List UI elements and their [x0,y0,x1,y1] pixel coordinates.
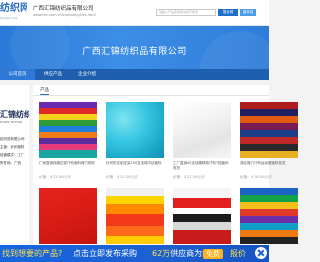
product-panel-title: 产品 [40,88,49,95]
company-banner: 广西汇锦纺织品有限公司 [0,26,269,69]
close-icon[interactable] [255,247,267,259]
company-url[interactable]: www.tnc.com.cn/company/hjfz.html [33,13,96,17]
banner-title: 广西汇锦纺织品有限公司 [82,47,187,57]
sidebar-logo: 汇锦纺织 [0,110,29,119]
product-panel-header: 产品 [33,85,269,96]
product-image[interactable] [106,188,164,244]
product-caption[interactable]: 工厂直销40支纯棉精梳汗布T恤面料现货 [173,161,231,171]
promo-cta[interactable]: 点击立即发布采购 [73,248,137,259]
product-caption[interactable]: 涤纶弹力汗布运动服面料批发 [240,161,298,171]
nav-item-home[interactable]: 公司首页 [0,69,35,80]
search-site-button[interactable]: 搜本站 [240,9,256,16]
product-price: 价格：￥18.00/公斤 [240,175,273,179]
top-bar: 纺织网 fangzhi.net 广西汇锦纺织品有限公司 www.tnc.com.… [0,0,269,26]
promo-number-unit: 2万 [157,249,171,258]
company-sidebar: 汇锦纺织 HUIJIN TEXTILE 纺织品有限公司 主营：针织面料 经营模式… [0,85,29,245]
sidebar-info-line: 主营：针织面料 [0,145,25,149]
product-image[interactable] [39,102,97,158]
company-name[interactable]: 广西汇锦纺织品有限公司 [33,4,94,12]
product-panel: 产品 厂家直销纯棉拉架汗布面料弹力棉布 价格：￥22.00/公斤 针织布定制定染… [33,85,298,262]
company-nav: 公司首页 供应产品 企业介绍 [0,69,269,80]
promo-banner[interactable]: 找到想要的产品? 点击立即发布采购 62万供应商为您 免费 报价 [0,245,269,262]
product-image[interactable] [106,102,164,158]
site-logo-sub: fangzhi.net [0,16,17,20]
product-caption[interactable]: 厂家直销纯棉拉架汗布面料弹力棉布 [39,161,97,171]
product-image[interactable] [240,102,298,158]
product-price: 价格：￥22.00/公斤 [173,175,206,179]
nav-item-products[interactable]: 供应产品 [36,69,70,80]
search-input[interactable]: 请输入产品名称或关键字搜索 [156,9,216,16]
site-logo-text: 纺织网 [0,3,27,14]
promo-quote-text: 报价 [230,249,246,258]
site-logo[interactable]: 纺织网 fangzhi.net [0,2,27,22]
promo-free-badge: 免费 [203,249,223,259]
product-image[interactable] [39,188,97,244]
product-price: 价格：￥22.00/公斤 [39,175,72,179]
sidebar-info-line: 经营模式：工厂 [0,153,25,157]
promo-suppliers: 62万供应商为您 [152,248,210,259]
search-all-button[interactable]: 搜全网 [218,9,238,16]
product-image[interactable] [173,102,231,158]
promo-question: 找到想要的产品? [2,249,63,258]
product-image[interactable] [173,188,231,244]
sidebar-info-line: 纺织品有限公司 [0,137,25,141]
product-price: 价格：￥21.00/公斤 [106,175,139,179]
sidebar-logo-sub: HUIJIN TEXTILE [0,120,23,124]
product-caption[interactable]: 针织布定制定染100支全棉平纹面料 [106,161,164,171]
product-image[interactable] [240,188,298,244]
sidebar-info-line: 所在地：广西 [0,161,21,165]
nav-item-about[interactable]: 企业介绍 [70,69,104,80]
